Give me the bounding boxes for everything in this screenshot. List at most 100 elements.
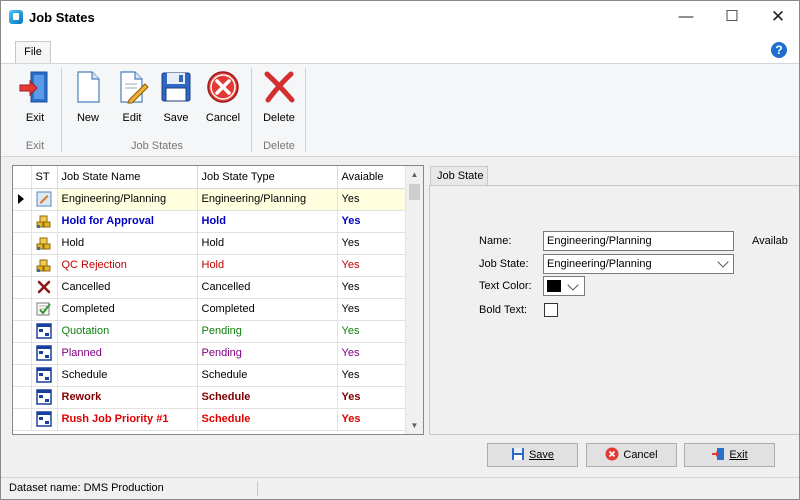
close-button[interactable]: ✕	[755, 1, 800, 33]
red-x-icon	[36, 279, 52, 295]
file-tab[interactable]: File	[15, 41, 51, 64]
text-color-label: Text Color:	[479, 280, 532, 292]
table-row[interactable]: Rework Schedule Yes	[13, 386, 406, 409]
scroll-thumb[interactable]	[409, 184, 420, 200]
available-cell: Yes	[337, 364, 406, 387]
name-field[interactable]: Engineering/Planning	[543, 231, 734, 251]
job-state-name-cell: Engineering/Planning	[57, 188, 198, 211]
table-row[interactable]: Cancelled Cancelled Yes	[13, 276, 406, 299]
schedule-grid-icon	[36, 323, 52, 339]
table-row[interactable]: Hold Hold Yes	[13, 232, 406, 255]
dataset-status: Dataset name: DMS Production	[9, 482, 164, 494]
group-divider	[251, 68, 252, 152]
job-state-label: Job State:	[479, 258, 529, 270]
table-row[interactable]: Rush Job Priority #1 Schedule Yes	[13, 408, 406, 431]
state-icon-cell	[31, 408, 58, 431]
available-cell: Yes	[337, 210, 406, 233]
table-row[interactable]: QC Rejection Hold Yes	[13, 254, 406, 277]
ribbon-delete-button[interactable]: Delete	[258, 70, 300, 128]
job-state-type-cell: Schedule	[197, 408, 338, 431]
ribbon-new-button[interactable]: New	[67, 70, 109, 128]
job-state-type-cell: Hold	[197, 254, 338, 277]
bold-text-label: Bold Text:	[479, 304, 528, 316]
app-icon	[9, 10, 23, 24]
row-indicator	[13, 298, 32, 321]
job-state-name-cell: Quotation	[57, 320, 198, 343]
schedule-grid-icon	[36, 345, 52, 361]
job-state-type-cell: Pending	[197, 320, 338, 343]
job-state-tab[interactable]: Job State	[430, 166, 488, 186]
job-states-grid[interactable]: ST Job State Name Job State Type Avaiabl…	[12, 165, 424, 435]
job-state-name-cell: Cancelled	[57, 276, 198, 299]
state-icon-cell	[31, 276, 58, 299]
group-divider	[305, 68, 306, 152]
row-indicator	[13, 320, 32, 343]
available-cell: Yes	[337, 408, 406, 431]
table-row[interactable]: Schedule Schedule Yes	[13, 364, 406, 387]
row-indicator	[13, 386, 32, 409]
ribbon-save-button[interactable]: Save	[155, 70, 197, 128]
status-bar: Dataset name: DMS Production	[1, 477, 799, 499]
text-color-picker[interactable]	[543, 276, 585, 296]
chevron-down-icon	[717, 256, 729, 268]
job-state-name-cell: Rework	[57, 386, 198, 409]
scroll-down-arrow-icon[interactable]: ▼	[406, 417, 423, 434]
floppy-disk-icon	[511, 447, 525, 461]
available-cell: Yes	[337, 254, 406, 277]
job-states-window: Job States — ☐ ✕ File ? Exit Exit New Ed…	[0, 0, 800, 500]
state-icon-cell	[31, 210, 58, 233]
exit-button[interactable]: Exit	[684, 443, 775, 467]
table-row[interactable]: Engineering/Planning Engineering/Planning…	[13, 188, 406, 211]
ribbon-cancel-label: Cancel	[205, 112, 241, 124]
grid-body: Engineering/Planning Engineering/Planning…	[13, 188, 406, 431]
schedule-grid-icon	[36, 411, 52, 427]
job-state-type-cell: Hold	[197, 232, 338, 255]
title-bar: Job States — ☐ ✕	[1, 1, 799, 33]
grid-vertical-scrollbar[interactable]: ▲ ▼	[405, 166, 423, 434]
job-state-name-cell: QC Rejection	[57, 254, 198, 277]
ribbon-exit-button[interactable]: Exit	[14, 70, 56, 128]
row-indicator	[13, 254, 32, 277]
table-row[interactable]: Planned Pending Yes	[13, 342, 406, 365]
minimize-button[interactable]: —	[663, 1, 709, 33]
help-icon[interactable]: ?	[771, 42, 787, 58]
table-row[interactable]: Hold for Approval Hold Yes	[13, 210, 406, 233]
group-label-job-states: Job States	[131, 140, 183, 152]
gold-bars-icon	[36, 257, 52, 273]
ribbon-edit-button[interactable]: Edit	[111, 70, 153, 128]
color-swatch	[547, 280, 561, 292]
job-state-type-cell: Schedule	[197, 364, 338, 387]
ribbon-save-label: Save	[163, 112, 189, 124]
cancel-button[interactable]: Cancel	[586, 443, 677, 467]
state-icon-cell	[31, 188, 58, 211]
save-button[interactable]: Save	[487, 443, 578, 467]
maximize-button[interactable]: ☐	[709, 1, 755, 33]
exit-door-icon	[711, 447, 725, 461]
column-header-st[interactable]: ST	[31, 166, 58, 189]
scroll-up-arrow-icon[interactable]: ▲	[406, 166, 423, 183]
ribbon-cancel-button[interactable]: Cancel	[202, 70, 244, 128]
gold-bars-icon	[36, 213, 52, 229]
schedule-grid-icon	[36, 367, 52, 383]
cancel-button-label: Cancel	[623, 449, 658, 461]
cancel-circle-icon	[605, 447, 619, 461]
column-header-available[interactable]: Avaiable	[337, 166, 406, 189]
column-header-name[interactable]: Job State Name	[57, 166, 198, 189]
row-indicator	[13, 276, 32, 299]
cancel-circle-icon	[202, 70, 244, 104]
ribbon: Exit Exit New Edit Save Cancel Job State…	[1, 63, 799, 157]
table-row[interactable]: Completed Completed Yes	[13, 298, 406, 321]
job-state-type-cell: Schedule	[197, 386, 338, 409]
job-state-dropdown[interactable]: Engineering/Planning	[543, 254, 734, 274]
delete-x-icon	[258, 70, 300, 104]
available-cell: Yes	[337, 276, 406, 299]
bold-text-checkbox[interactable]	[544, 303, 558, 317]
table-row[interactable]: Quotation Pending Yes	[13, 320, 406, 343]
ribbon-tab-strip: File ?	[1, 33, 799, 64]
state-icon-cell	[31, 254, 58, 277]
state-icon-cell	[31, 320, 58, 343]
job-state-name-cell: Hold	[57, 232, 198, 255]
column-header-type[interactable]: Job State Type	[197, 166, 338, 189]
available-cell: Yes	[337, 232, 406, 255]
job-state-name-cell: Planned	[57, 342, 198, 365]
